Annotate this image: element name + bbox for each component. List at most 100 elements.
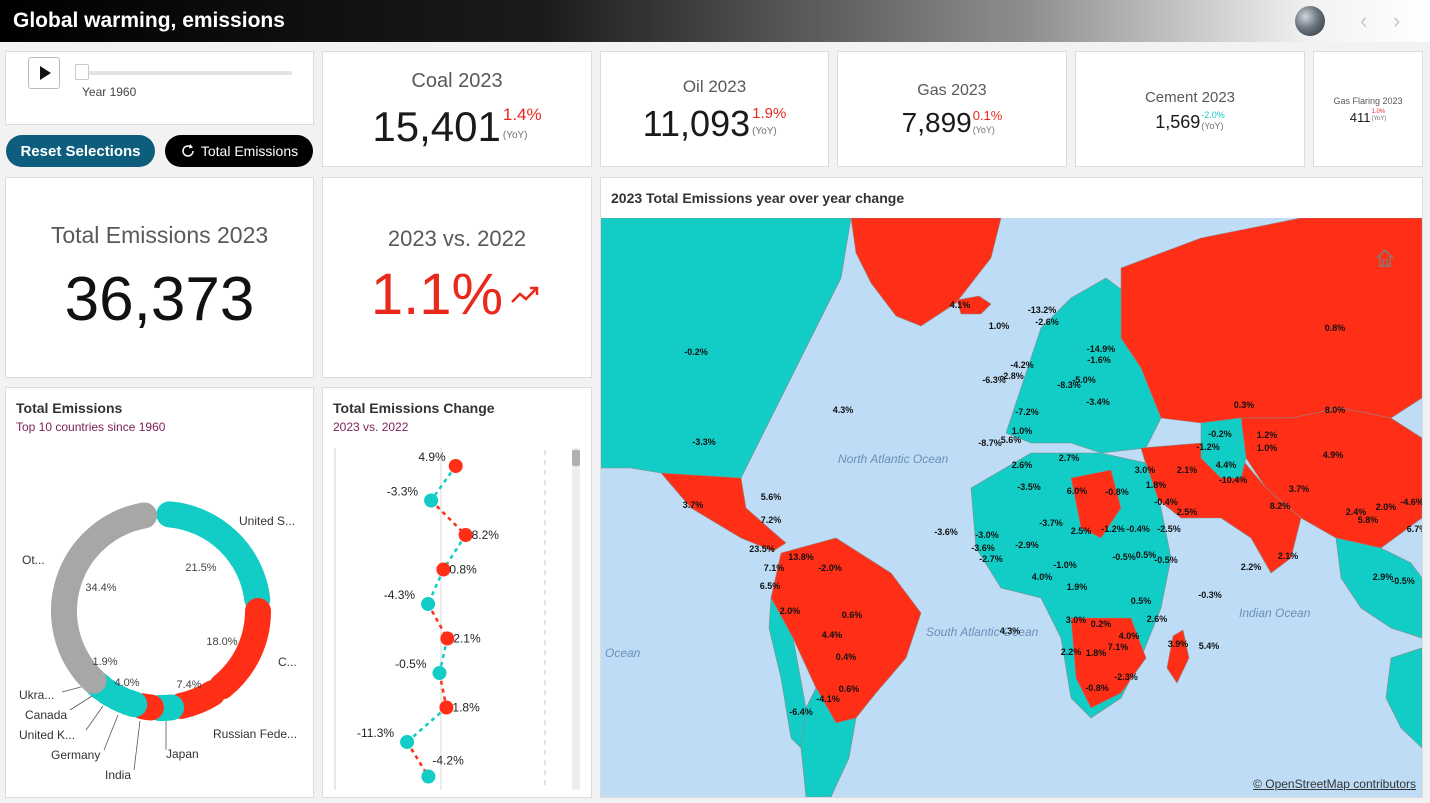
donut-category-label: C... bbox=[278, 655, 297, 669]
map-value-label: 2.6% bbox=[1147, 614, 1168, 624]
change-point[interactable] bbox=[421, 769, 436, 784]
map-value-label: 1.0% bbox=[1012, 426, 1033, 436]
reset-selections-button[interactable]: Reset Selections bbox=[6, 135, 155, 167]
donut-value-label: 1.9% bbox=[92, 656, 117, 668]
map-value-label: 1.0% bbox=[989, 321, 1010, 331]
map-value-label: 2.9% bbox=[1373, 572, 1394, 582]
year-slider-track[interactable] bbox=[78, 71, 292, 75]
donut-slice[interactable] bbox=[168, 680, 226, 719]
map-value-label: 8.0% bbox=[1325, 405, 1346, 415]
change-point-label: -4.2% bbox=[432, 754, 464, 768]
map-value-label: -2.6% bbox=[1035, 317, 1059, 327]
map-value-label: -3.6% bbox=[971, 543, 995, 553]
map-madagascar[interactable] bbox=[1166, 629, 1190, 684]
map-value-label: -4.1% bbox=[816, 694, 840, 704]
map-value-label: -2.8% bbox=[1000, 371, 1024, 381]
kpi-gas-yoy: (YoY) bbox=[972, 125, 995, 135]
map-value-label: -3.0% bbox=[975, 530, 999, 540]
map-value-label: 0.8% bbox=[1325, 323, 1346, 333]
change-scrollbar[interactable] bbox=[572, 448, 580, 790]
map-russia[interactable] bbox=[1120, 218, 1422, 424]
kpi-cement-pct: -2.0% bbox=[1201, 110, 1225, 120]
top10-donut-card: Total Emissions Top 10 countries since 1… bbox=[5, 387, 314, 798]
kpi-gas-flaring-pct: 1.0% bbox=[1371, 109, 1386, 115]
kpi-gas-title: Gas 2023 bbox=[917, 82, 987, 99]
map-value-label: 0.6% bbox=[842, 610, 863, 620]
change-point[interactable] bbox=[400, 735, 415, 749]
map-mexico[interactable] bbox=[660, 472, 787, 552]
year-label: Year 1960 bbox=[82, 85, 137, 99]
total-emissions-button-label: Total Emissions bbox=[200, 143, 299, 159]
change-point[interactable] bbox=[432, 666, 447, 680]
map-value-label: 0.5% bbox=[1136, 550, 1157, 560]
map-value-label: 1.8% bbox=[1146, 480, 1167, 490]
map-attribution-link[interactable]: © OpenStreetMap contributors bbox=[1253, 777, 1416, 791]
donut-category-label: India bbox=[105, 768, 131, 782]
change-point-label: -4.3% bbox=[384, 588, 416, 602]
map-value-label: -2.5% bbox=[1157, 524, 1181, 534]
change-point[interactable] bbox=[458, 528, 473, 542]
change-point[interactable] bbox=[448, 459, 463, 473]
change-point[interactable] bbox=[439, 700, 454, 715]
chevron-right-icon[interactable]: › bbox=[1393, 8, 1400, 34]
map-value-label: 7.1% bbox=[764, 563, 785, 573]
map-value-label: 4.4% bbox=[1216, 460, 1237, 470]
map-value-label: 4.1% bbox=[950, 300, 971, 310]
map-value-label: -0.2% bbox=[1208, 429, 1232, 439]
yoy-change-title: 2023 vs. 2022 bbox=[387, 226, 527, 251]
map-value-label: 6.0% bbox=[1067, 486, 1088, 496]
donut-slice[interactable] bbox=[209, 598, 271, 700]
map-value-label: 0.6% bbox=[839, 684, 860, 694]
map-value-label: -0.5% bbox=[1112, 552, 1136, 562]
donut-category-label: United S... bbox=[239, 514, 295, 528]
kpi-gas-flaring-title: Gas Flaring 2023 bbox=[1333, 96, 1403, 106]
map-value-label: 4.0% bbox=[1032, 572, 1053, 582]
donut-value-label: 4.0% bbox=[114, 677, 139, 689]
map-value-label: -1.2% bbox=[1196, 442, 1220, 452]
kpi-gas-flaring-yoy: (YoY) bbox=[1371, 116, 1387, 122]
map-value-label: -4.6% bbox=[1400, 497, 1422, 507]
change-point-label: 2.1% bbox=[453, 632, 481, 646]
change-scrollbar-thumb[interactable] bbox=[572, 450, 580, 466]
map-value-label: -10.4% bbox=[1219, 475, 1248, 485]
map-southeast-asia[interactable] bbox=[1335, 537, 1422, 639]
kpi-cement-card: Cement 2023 1,569 -2.0% (YoY) bbox=[1075, 51, 1305, 167]
change-point-label: -0.5% bbox=[395, 657, 427, 671]
map-value-label: -3.5% bbox=[1017, 482, 1041, 492]
change-point[interactable] bbox=[436, 562, 451, 577]
donut-chart[interactable]: 21.5% 18.0% 7.4% 4.0% 1.9% 34.4% United S... C.… bbox=[6, 388, 313, 797]
map-north-america[interactable] bbox=[601, 218, 852, 484]
year-slider-handle[interactable] bbox=[75, 64, 89, 80]
total-emissions-button[interactable]: Total Emissions bbox=[165, 135, 313, 167]
map-value-label: -3.3% bbox=[692, 437, 716, 447]
map-value-label: -8.3% bbox=[1057, 380, 1081, 390]
change-point[interactable] bbox=[440, 631, 455, 646]
map-value-label: 3.0% bbox=[1066, 615, 1087, 625]
world-map-card: 2023 Total Emissions year over year chan… bbox=[600, 177, 1423, 798]
donut-category-label: Canada bbox=[25, 708, 67, 722]
play-icon bbox=[40, 66, 51, 80]
map-landmasses bbox=[601, 218, 1422, 797]
kpi-cement-title: Cement 2023 bbox=[1144, 89, 1236, 106]
donut-leader-line bbox=[103, 714, 119, 751]
map-value-label: 4.0% bbox=[1119, 631, 1140, 641]
ocean-label: North Atlantic Ocean bbox=[838, 452, 949, 466]
reset-selections-label: Reset Selections bbox=[20, 142, 141, 160]
map-value-label: 0.3% bbox=[1234, 400, 1255, 410]
map-value-label: -14.9% bbox=[1087, 344, 1116, 354]
map-value-label: 2.7% bbox=[1059, 453, 1080, 463]
change-point-label: 1.8% bbox=[452, 701, 480, 715]
map-value-label: 5.4% bbox=[1199, 641, 1220, 651]
change-point[interactable] bbox=[421, 597, 436, 611]
emissions-change-chart[interactable]: 4.9% -3.3% 8.2% 0.8% -4.3% 2.1% -0.5% 1.8% -11.3… bbox=[323, 388, 591, 797]
donut-value-label: 34.4% bbox=[85, 582, 116, 594]
map-value-label: 7.1% bbox=[1108, 642, 1129, 652]
map-value-label: 1.8% bbox=[1086, 648, 1107, 658]
world-map[interactable]: North Atlantic Ocean South Atlantic Ocean… bbox=[601, 218, 1422, 797]
change-point[interactable] bbox=[424, 493, 439, 508]
map-value-label: 8.2% bbox=[1270, 501, 1291, 511]
refresh-icon bbox=[182, 144, 194, 157]
play-button[interactable] bbox=[28, 57, 60, 89]
map-australia[interactable] bbox=[1385, 647, 1422, 749]
chevron-left-icon[interactable]: ‹ bbox=[1360, 8, 1367, 34]
